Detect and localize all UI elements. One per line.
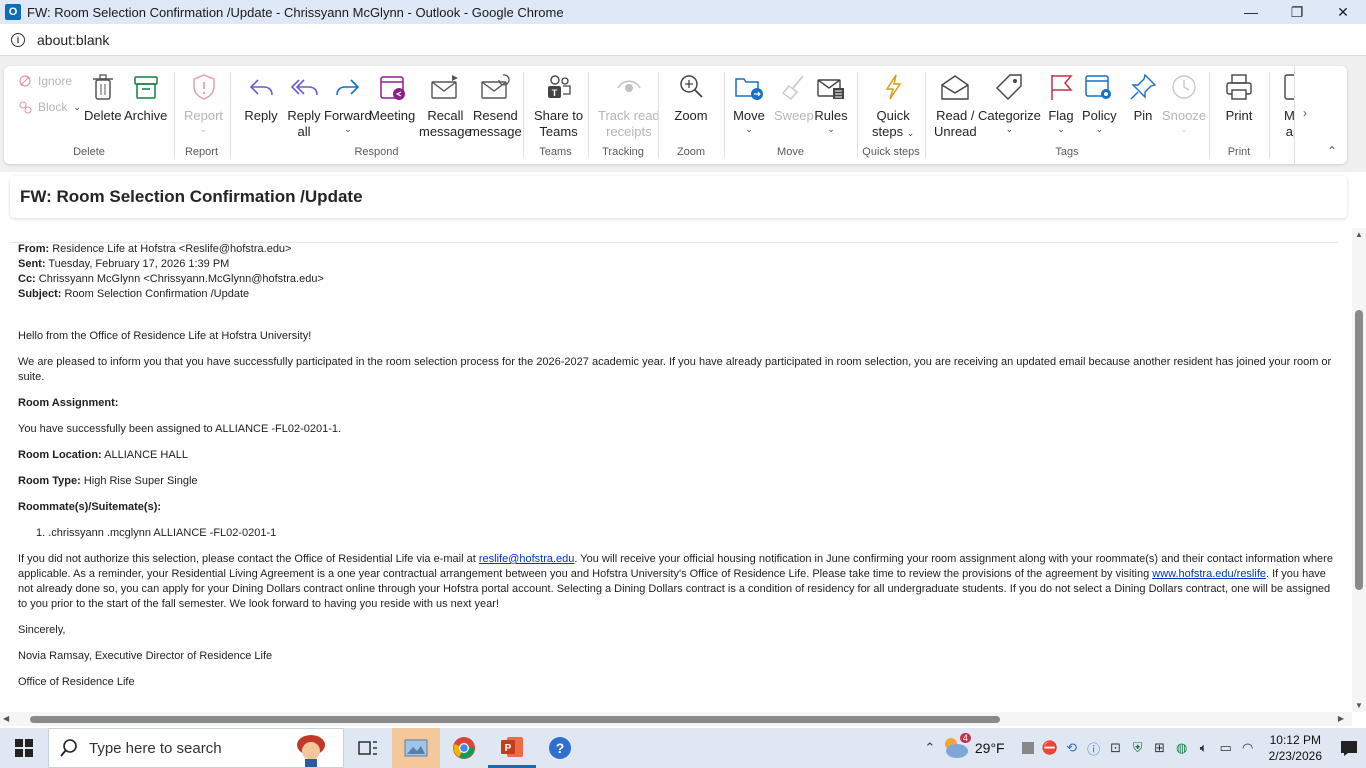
cc-line: Cc: Chrissyann McGlynn <Chrissyann.McGly… xyxy=(18,273,324,285)
search-highlight-icon xyxy=(281,731,337,767)
collapse-ribbon-icon[interactable]: ⌃ xyxy=(1327,144,1337,158)
room-location: Room Location: ALLIANCE HALL xyxy=(18,449,188,461)
closing: Sincerely, xyxy=(18,624,66,636)
svg-text:P: P xyxy=(505,743,512,754)
window-titlebar: O FW: Room Selection Confirmation /Updat… xyxy=(0,0,1366,24)
assignment-heading: Room Assignment: xyxy=(18,397,119,409)
info-icon[interactable]: i xyxy=(11,32,25,47)
roommate-list-item: 1. .chrissyann .mcglynn ALLIANCE -FL02-0… xyxy=(36,527,277,539)
group-label-delete: Delete xyxy=(73,146,105,158)
restore-button[interactable]: ❐ xyxy=(1274,0,1320,24)
from-line: From: Residence Life at Hofstra <Reslife… xyxy=(18,243,292,255)
ribbon-scroll-right[interactable]: › xyxy=(1294,66,1318,164)
weather-widget[interactable]: 4 29°F xyxy=(941,733,1005,760)
subject-line: Subject: Room Selection Confirmation /Up… xyxy=(18,288,250,300)
weather-cloud-icon: 4 xyxy=(941,733,971,760)
group-label-zoom: Zoom xyxy=(676,146,706,158)
signature: Novia Ramsay, Executive Director of Resi… xyxy=(18,650,273,662)
ribbon: Ignore Block ⌄ Delete Archive Delete Repo… xyxy=(4,66,1347,164)
group-label-tracking: Tracking xyxy=(602,146,644,158)
horizontal-scrollbar[interactable]: ◀ ▶ xyxy=(0,712,1352,726)
room-type: Room Type: High Rise Super Single xyxy=(18,475,198,487)
taskbar-app-chrome[interactable] xyxy=(440,728,488,768)
start-button[interactable] xyxy=(0,728,48,768)
scroll-down-icon[interactable]: ▼ xyxy=(1355,701,1363,710)
minimize-button[interactable]: — xyxy=(1228,0,1274,24)
body-paragraph: If you did not authorize this selection,… xyxy=(18,553,1333,610)
taskbar-app-photos[interactable] xyxy=(392,728,440,768)
address-bar: i about:blank xyxy=(0,24,1366,56)
help-icon: ? xyxy=(549,737,571,759)
sent-line: Sent: Tuesday, February 17, 2026 1:39 PM xyxy=(18,258,230,270)
group-label-move: Move xyxy=(777,146,804,158)
tray-camera-icon[interactable]: ⊞ xyxy=(1149,728,1171,768)
wifi-icon[interactable]: ◠ xyxy=(1237,728,1259,768)
assignment-text: You have successfully been assigned to A… xyxy=(18,423,342,435)
search-icon xyxy=(60,739,77,757)
powerpoint-icon: P xyxy=(501,736,523,757)
ribbon-area: Ignore Block ⌄ Delete Archive Delete Repo… xyxy=(0,56,1366,172)
battery-icon[interactable]: ▭ xyxy=(1215,728,1237,768)
office-name: Office of Residence Life xyxy=(18,676,135,688)
photos-app-icon xyxy=(404,739,428,757)
scroll-left-icon[interactable]: ◀ xyxy=(3,714,9,723)
group-label-teams: Teams xyxy=(539,146,572,158)
system-tray: ⌃ 4 29°F ⛔ ⟲ ⓘ ⊡ ⛨ ⊞ ◍ 🔈︎ ▭ ◠ 10:12 PM 2… xyxy=(919,728,1366,768)
taskbar-search[interactable]: Type here to search xyxy=(48,728,344,768)
subject-header: FW: Room Selection Confirmation /Update xyxy=(10,176,1347,218)
message-body: From: Residence Life at Hofstra <Reslife… xyxy=(0,228,1352,712)
scroll-right-icon[interactable]: ▶ xyxy=(1338,714,1344,723)
group-label-print: Print xyxy=(1227,146,1251,158)
chevron-right-icon: › xyxy=(1303,106,1307,120)
roommates-heading: Roommate(s)/Suitemate(s): xyxy=(18,501,162,513)
svg-text:?: ? xyxy=(556,740,565,756)
vertical-scroll-thumb[interactable] xyxy=(1355,310,1363,590)
tray-defender-icon[interactable]: ⛨ xyxy=(1127,728,1149,768)
close-button[interactable]: ✕ xyxy=(1320,0,1366,24)
reslife-website-link[interactable]: www.hofstra.edu/reslife xyxy=(1152,568,1266,580)
window-title: FW: Room Selection Confirmation /Update … xyxy=(27,4,564,20)
chrome-icon xyxy=(453,737,475,759)
vertical-scrollbar[interactable]: ▲ ▼ xyxy=(1352,228,1366,712)
greeting: Hello from the Office of Residence Life … xyxy=(18,330,312,342)
group-label-respond: Respond xyxy=(354,146,399,158)
task-view-button[interactable] xyxy=(344,728,392,768)
clock[interactable]: 10:12 PM 2/23/2026 xyxy=(1269,732,1322,764)
taskbar-app-powerpoint[interactable]: P xyxy=(488,728,536,768)
intro-paragraph: We are pleased to inform you that you ha… xyxy=(18,356,1332,383)
windows-logo-icon xyxy=(15,739,33,757)
horizontal-scroll-thumb[interactable] xyxy=(30,716,1000,723)
tray-overflow-icon[interactable]: ⌃ xyxy=(919,728,941,768)
search-placeholder: Type here to search xyxy=(89,739,222,757)
group-label-quick-steps: Quick steps xyxy=(862,146,920,158)
outlook-app-icon: O xyxy=(5,4,21,20)
tray-sync-icon[interactable]: ⟲ xyxy=(1061,728,1083,768)
notifications-icon[interactable] xyxy=(1332,728,1366,768)
subject-title: FW: Room Selection Confirmation /Update xyxy=(20,187,363,206)
tray-app-gray-icon[interactable] xyxy=(1017,728,1039,768)
tray-info-icon[interactable]: ⓘ xyxy=(1083,728,1105,768)
url-text[interactable]: about:blank xyxy=(37,32,109,48)
volume-icon[interactable]: 🔈︎ xyxy=(1193,728,1215,768)
tray-security-icon[interactable]: ⛔ xyxy=(1039,728,1061,768)
group-label-tags: Tags xyxy=(1055,146,1079,158)
task-view-icon xyxy=(358,741,377,755)
reslife-email-link[interactable]: reslife@hofstra.edu xyxy=(479,553,575,565)
tray-globe-icon[interactable]: ◍ xyxy=(1171,728,1193,768)
scroll-up-icon[interactable]: ▲ xyxy=(1355,230,1363,239)
group-label-report: Report xyxy=(184,146,219,158)
taskbar-app-help[interactable]: ? xyxy=(536,728,584,768)
taskbar: Type here to search P ? ⌃ 4 29°F ⛔ ⟲ ⓘ ⊡… xyxy=(0,728,1366,768)
tray-usb-icon[interactable]: ⊡ xyxy=(1105,728,1127,768)
